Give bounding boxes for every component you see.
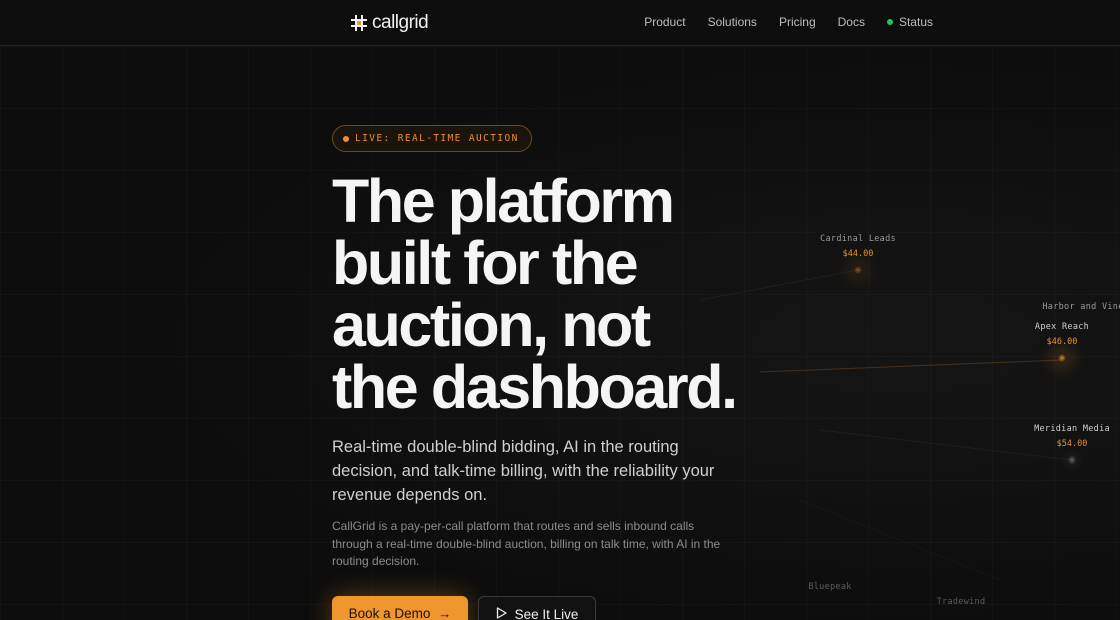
headline-line-3: auction, not — [332, 291, 651, 359]
see-it-live-label: See It Live — [514, 607, 579, 620]
status-dot-icon — [886, 19, 893, 25]
bidder-price: $44.00 — [842, 249, 874, 259]
logo-text: callgrid — [372, 12, 429, 33]
status-label: Status — [898, 15, 933, 29]
badge-text: LIVE: REAL-TIME AUCTION — [355, 133, 519, 144]
live-dot-icon — [343, 135, 349, 142]
bidder-name: Apex Reach — [1034, 322, 1090, 332]
nav-links: Product Solutions Pricing Docs Status — [644, 15, 933, 29]
play-icon — [496, 607, 507, 619]
bidder-name: Cardinal Leads — [820, 234, 896, 244]
book-demo-button[interactable]: Book a Demo → — [332, 596, 468, 620]
bidder-price: $46.00 — [1046, 337, 1078, 347]
callgrid-logo-icon — [351, 15, 367, 31]
headline-line-2: built for the — [332, 229, 639, 297]
hero-subhead: Real-time double-blind bidding, AI in th… — [332, 438, 715, 504]
bidder-name: Bluepeak — [808, 582, 852, 592]
landing-page: callgrid Product Solutions Pricing Docs … — [0, 0, 1120, 620]
page-title: The platform built for the auction, not … — [332, 170, 802, 418]
bidder-price: $54.00 — [1056, 439, 1088, 449]
nav-link-product[interactable]: Product — [644, 15, 685, 29]
bidder-glow-icon — [1067, 455, 1077, 465]
headline-line-1: The platform — [332, 167, 675, 235]
bidder-node: Apex Reach $46.00 — [1030, 322, 1094, 363]
live-auction-badge: LIVE: REAL-TIME AUCTION — [332, 125, 532, 152]
nav-link-status[interactable]: Status — [886, 15, 933, 29]
hero-description: CallGrid is a pay-per-call platform that… — [332, 519, 721, 568]
headline-line-4: the dashboard. — [332, 353, 738, 421]
bidder-node: Bluepeak — [805, 582, 855, 592]
arrow-right-icon: → — [438, 606, 452, 620]
bidder-node: Cardinal Leads $44.00 — [818, 234, 898, 275]
logo[interactable]: callgrid — [350, 12, 429, 34]
nav-link-solutions[interactable]: Solutions — [708, 15, 757, 29]
bidder-glow-icon — [853, 265, 863, 275]
nav-link-pricing[interactable]: Pricing — [779, 15, 816, 29]
bidder-name: Meridian Media — [1034, 424, 1110, 434]
see-it-live-button[interactable]: See It Live — [478, 596, 596, 620]
bidder-glow-icon — [1057, 353, 1067, 363]
bidder-node: Meridian Media $54.00 — [1034, 424, 1110, 465]
nav-link-docs[interactable]: Docs — [838, 15, 865, 29]
top-nav: callgrid Product Solutions Pricing Docs … — [0, 0, 1120, 46]
bidder-node: Tradewind — [933, 597, 989, 607]
bidder-name: Harbor and Vine — [1042, 302, 1120, 312]
bidder-node: Harbor and Vine — [1038, 302, 1120, 312]
bidder-name: Tradewind — [936, 597, 986, 607]
book-demo-label: Book a Demo — [348, 606, 431, 620]
